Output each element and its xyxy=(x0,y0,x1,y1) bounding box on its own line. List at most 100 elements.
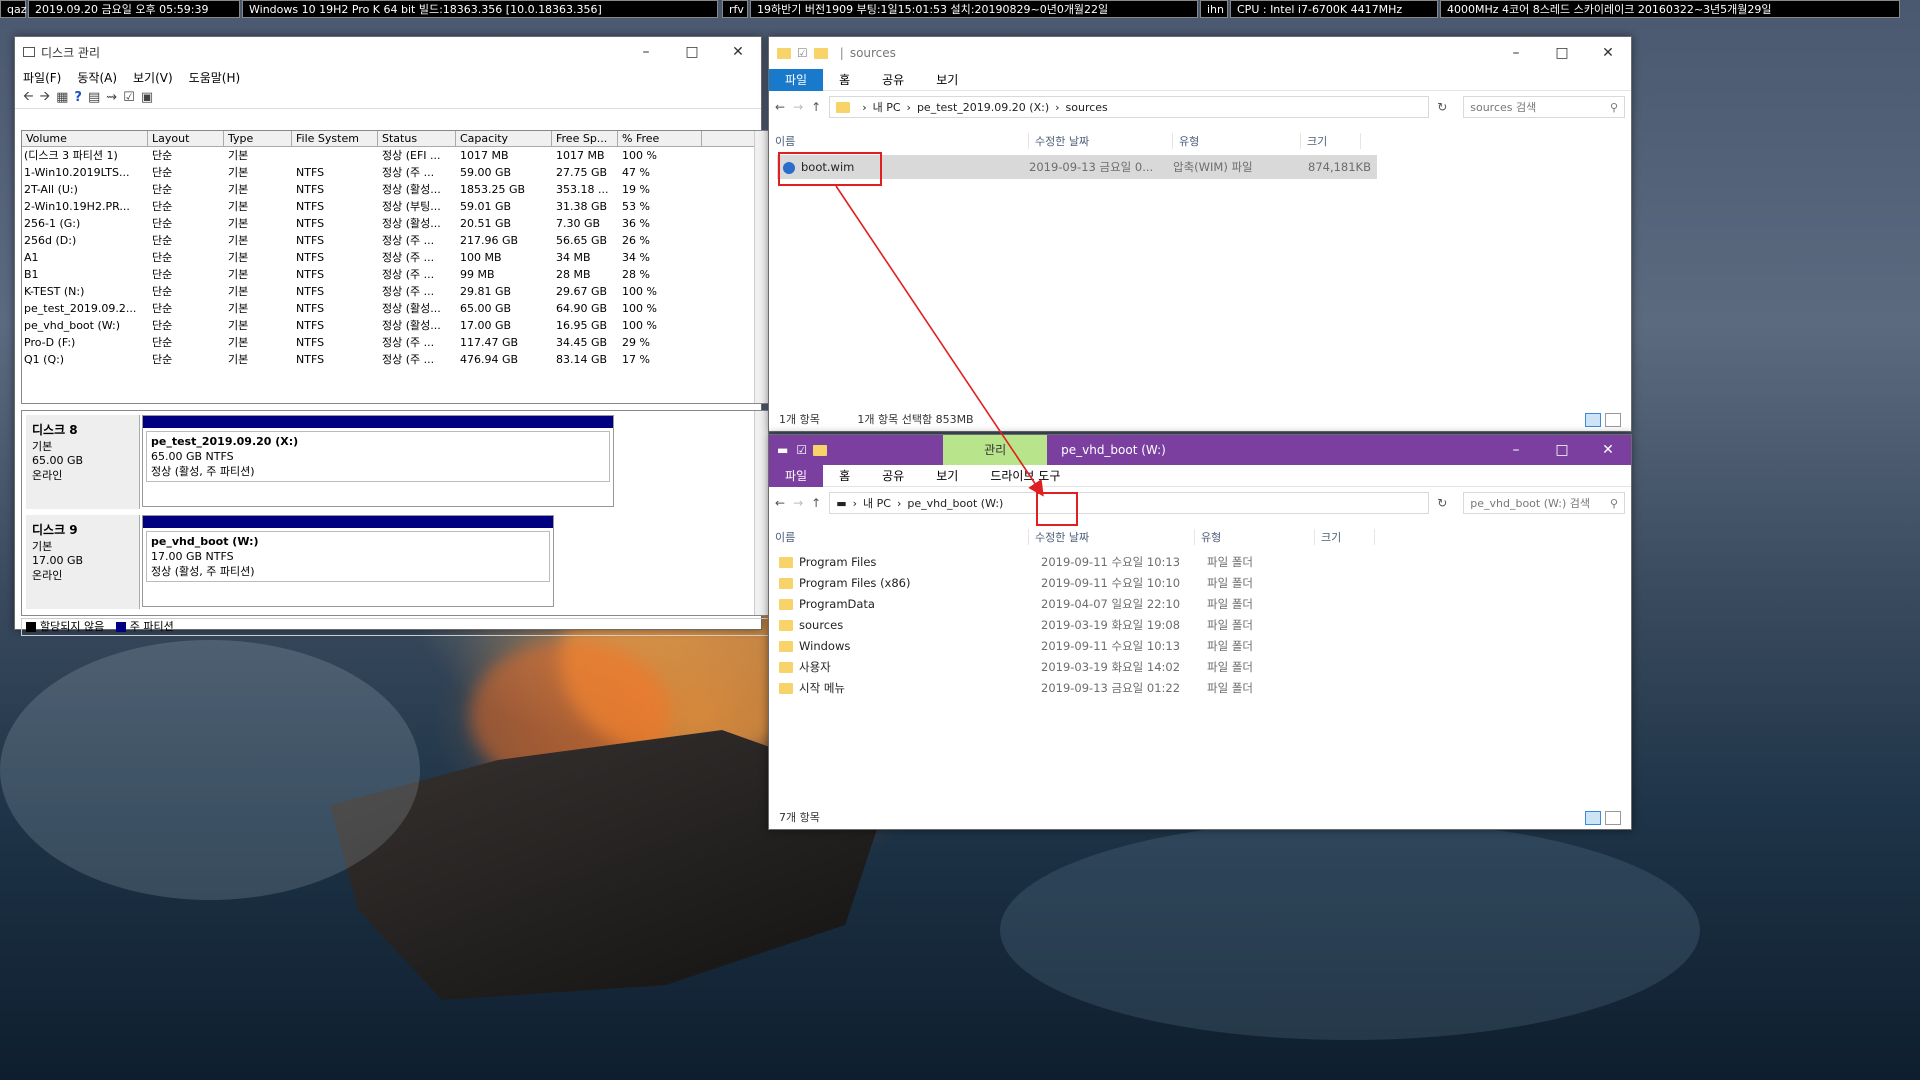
tab-share[interactable]: 공유 xyxy=(866,465,920,487)
table-row[interactable]: B1 단순 기본 NTFS 정상 (주 ... 99 MB 28 MB 28 % xyxy=(22,266,768,283)
search-box[interactable]: pe_vhd_boot (W:) 검색 ⚲ xyxy=(1463,492,1625,514)
search-box[interactable]: sources 검색 ⚲ xyxy=(1463,96,1625,118)
scrollbar[interactable] xyxy=(754,131,768,403)
file-row[interactable]: 시작 메뉴 2019-09-13 금요일 01:22 파일 폴더 xyxy=(779,677,1631,698)
column-header[interactable]: File System xyxy=(292,131,378,146)
breadcrumb-drive[interactable]: pe_test_2019.09.20 (X:) xyxy=(917,101,1049,114)
disk9-partition[interactable]: pe_vhd_boot (W:) 17.00 GB NTFS 정상 (활성, 주… xyxy=(142,515,554,607)
close-button[interactable]: ✕ xyxy=(715,37,761,67)
forward-icon[interactable]: → xyxy=(793,100,803,114)
folder-icon[interactable] xyxy=(813,47,828,59)
table-row[interactable]: A1 단순 기본 NTFS 정상 (주 ... 100 MB 34 MB 34 % xyxy=(22,249,768,266)
file-row[interactable]: Program Files 2019-09-11 수요일 10:13 파일 폴더 xyxy=(779,551,1631,572)
breadcrumb-drive[interactable]: pe_vhd_boot (W:) xyxy=(907,497,1003,510)
check-icon[interactable]: ☑ xyxy=(797,46,808,60)
col-type[interactable]: 유형 xyxy=(1173,133,1301,149)
table-row[interactable]: 1-Win10.2019LTS... 단순 기본 NTFS 정상 (주 ... 59.00… xyxy=(22,164,768,181)
tab-share[interactable]: 공유 xyxy=(866,69,920,91)
details-view-icon[interactable] xyxy=(1585,413,1601,427)
check-icon[interactable]: ☑ xyxy=(123,90,135,105)
tab-view[interactable]: 보기 xyxy=(920,69,974,91)
tab-drive-tools[interactable]: 드라이브 도구 xyxy=(974,465,1076,487)
table-row[interactable]: (디스크 3 파티션 1) 단순 기본 정상 (EFI ... 1017 MB 1017 … xyxy=(22,147,768,164)
address-bar[interactable]: ▬ › 내 PC › pe_vhd_boot (W:) xyxy=(829,492,1430,514)
back-arrow-icon[interactable]: 🡨 xyxy=(23,87,34,109)
table-row[interactable]: Q1 (Q:) 단순 기본 NTFS 정상 (주 ... 476.94 GB 83.14 G… xyxy=(22,351,768,368)
tab-file[interactable]: 파일 xyxy=(769,464,824,487)
col-size[interactable]: 크기 xyxy=(1315,529,1375,545)
tab-home[interactable]: 홈 xyxy=(823,465,866,487)
menu-file[interactable]: 파일(F) xyxy=(23,69,61,86)
disk8-partition[interactable]: pe_test_2019.09.20 (X:) 65.00 GB NTFS 정상… xyxy=(142,415,614,507)
close-button[interactable]: ✕ xyxy=(1585,38,1631,68)
back-icon[interactable]: ← xyxy=(775,496,785,510)
connect-icon[interactable]: ⇝ xyxy=(106,90,117,105)
col-size[interactable]: 크기 xyxy=(1301,133,1361,149)
menu-action[interactable]: 동작(A) xyxy=(77,69,117,86)
disk8-label[interactable]: 디스크 8 기본 65.00 GB 온라인 xyxy=(26,415,140,509)
up-icon[interactable]: ↑ xyxy=(811,496,821,510)
table-row[interactable]: 2T-All (U:) 단순 기본 NTFS 정상 (활성... 1853.25 GB 35… xyxy=(22,181,768,198)
col-date[interactable]: 수정한 날짜 xyxy=(1029,133,1173,149)
search-icon[interactable]: ⚲ xyxy=(1610,497,1618,510)
col-name[interactable]: 이름 xyxy=(769,529,1029,545)
table-row[interactable]: Pro-D (F:) 단순 기본 NTFS 정상 (주 ... 117.47 GB 34.4… xyxy=(22,334,768,351)
minimize-button[interactable]: – xyxy=(623,37,669,67)
list-icon[interactable]: ▤ xyxy=(88,90,100,105)
menu-help[interactable]: 도움말(H) xyxy=(189,69,241,86)
address-bar[interactable]: › 내 PC › pe_test_2019.09.20 (X:) › sources xyxy=(829,96,1430,118)
panel-icon[interactable]: ▣ xyxy=(141,90,153,105)
maximize-button[interactable]: □ xyxy=(669,37,715,67)
column-header[interactable]: Status xyxy=(378,131,456,146)
forward-icon[interactable]: → xyxy=(793,496,803,510)
col-type[interactable]: 유형 xyxy=(1195,529,1315,545)
back-icon[interactable]: ← xyxy=(775,100,785,114)
file-row[interactable]: Program Files (x86) 2019-09-11 수요일 10:10 파… xyxy=(779,572,1631,593)
refresh-icon[interactable]: ↻ xyxy=(1437,496,1447,510)
breadcrumb-my-pc[interactable]: 내 PC xyxy=(873,99,901,115)
column-header[interactable]: Free Sp... xyxy=(552,131,618,146)
tab-view[interactable]: 보기 xyxy=(920,465,974,487)
file-row[interactable]: Windows 2019-09-11 수요일 10:13 파일 폴더 xyxy=(779,635,1631,656)
file-row[interactable]: sources 2019-03-19 화요일 19:08 파일 폴더 xyxy=(779,614,1631,635)
file-row[interactable]: 사용자 2019-03-19 화요일 14:02 파일 폴더 xyxy=(779,656,1631,677)
check-icon[interactable]: ☑ xyxy=(796,443,807,457)
maximize-button[interactable]: □ xyxy=(1539,38,1585,68)
table-row[interactable]: 2-Win10.19H2.PR... 단순 기본 NTFS 정상 (부팅... 59.01… xyxy=(22,198,768,215)
close-button[interactable]: ✕ xyxy=(1585,435,1631,465)
details-view-icon[interactable] xyxy=(1585,811,1601,825)
disk9-label[interactable]: 디스크 9 기본 17.00 GB 온라인 xyxy=(26,515,140,609)
column-header[interactable]: Capacity xyxy=(456,131,552,146)
table-row[interactable]: 256d (D:) 단순 기본 NTFS 정상 (주 ... 217.96 GB 56.65… xyxy=(22,232,768,249)
tab-file[interactable]: 파일 xyxy=(769,68,824,91)
breadcrumb-folder[interactable]: sources xyxy=(1066,101,1108,114)
tab-home[interactable]: 홈 xyxy=(823,69,866,91)
help-icon[interactable]: ? xyxy=(74,90,82,105)
table-row[interactable]: 256-1 (G:) 단순 기본 NTFS 정상 (활성... 20.51 GB 7.30 … xyxy=(22,215,768,232)
folder-icon[interactable] xyxy=(813,444,828,456)
search-icon[interactable]: ⚲ xyxy=(1610,101,1618,114)
col-name[interactable]: 이름 xyxy=(769,133,1029,149)
column-header[interactable]: Type xyxy=(224,131,292,146)
maximize-button[interactable]: □ xyxy=(1539,435,1585,465)
manage-context-tab[interactable]: 관리 xyxy=(943,435,1048,465)
menu-view[interactable]: 보기(V) xyxy=(133,69,173,86)
minimize-button[interactable]: – xyxy=(1493,435,1539,465)
breadcrumb-my-pc[interactable]: 내 PC xyxy=(863,495,891,511)
scrollbar[interactable] xyxy=(754,411,768,615)
table-row[interactable]: K-TEST (N:) 단순 기본 NTFS 정상 (주 ... 29.81 GB 29.6… xyxy=(22,283,768,300)
column-header[interactable]: % Free xyxy=(618,131,702,146)
column-header[interactable]: Volume xyxy=(22,131,148,146)
forward-arrow-icon[interactable]: 🡪 xyxy=(40,87,51,109)
tiles-view-icon[interactable] xyxy=(1605,811,1621,825)
column-header[interactable]: Layout xyxy=(148,131,224,146)
up-icon[interactable]: ↑ xyxy=(811,100,821,114)
col-date[interactable]: 수정한 날짜 xyxy=(1029,529,1195,545)
table-row[interactable]: pe_vhd_boot (W:) 단순 기본 NTFS 정상 (활성... 17.00 G… xyxy=(22,317,768,334)
properties-icon[interactable]: ▦ xyxy=(56,90,68,105)
minimize-button[interactable]: – xyxy=(1493,38,1539,68)
table-row[interactable]: pe_test_2019.09.2... 단순 기본 NTFS 정상 (활성... 65.… xyxy=(22,300,768,317)
tiles-view-icon[interactable] xyxy=(1605,413,1621,427)
file-row[interactable]: ProgramData 2019-04-07 일요일 22:10 파일 폴더 xyxy=(779,593,1631,614)
refresh-icon[interactable]: ↻ xyxy=(1437,100,1447,114)
